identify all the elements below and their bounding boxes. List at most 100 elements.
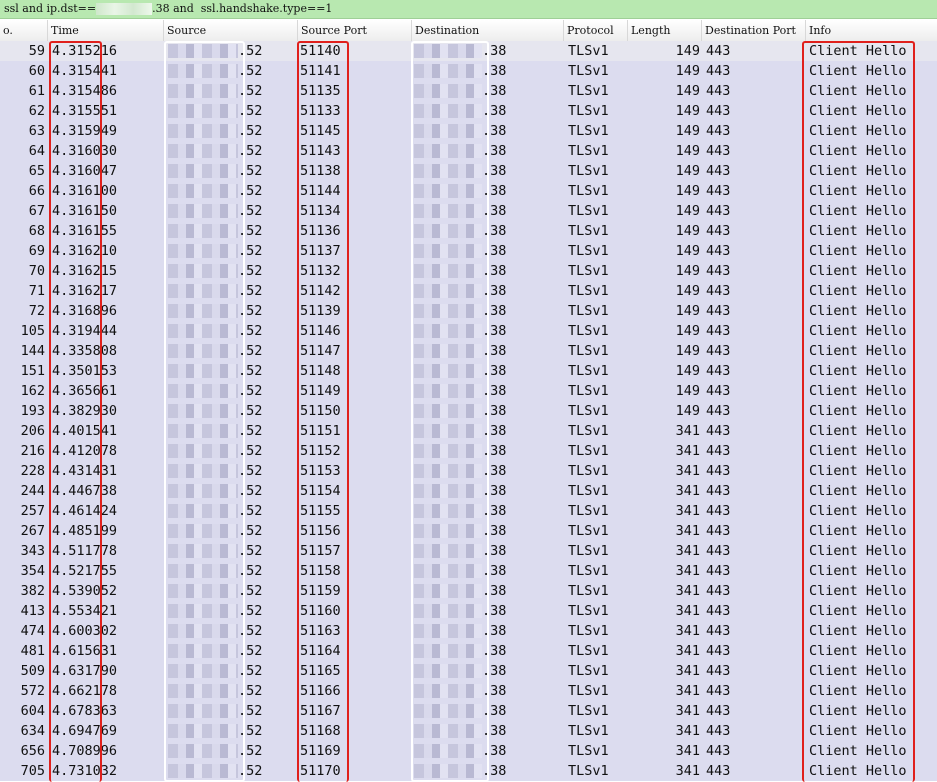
table-row[interactable]: 61 4.315486 .52 51135 .38 TLSv1 149 443 Client H… <box>0 81 937 101</box>
cell-time: 4.335808 <box>52 343 118 359</box>
cell-source-port: 51135 <box>300 83 341 99</box>
cell-destination: .38 <box>414 221 564 241</box>
redacted-address <box>168 244 238 258</box>
cell-time: 4.350153 <box>52 363 118 379</box>
table-row[interactable]: 65 4.316047 .52 51138 .38 TLSv1 149 443 Client H… <box>0 161 937 181</box>
cell-no: 64 <box>28 143 45 159</box>
table-row[interactable]: 474 4.600302 .52 51163 .38 TLSv1 341 443 Client … <box>0 621 937 641</box>
column-header-time[interactable]: Time <box>48 20 164 41</box>
column-header-no[interactable]: o. <box>0 20 48 41</box>
table-row[interactable]: 72 4.316896 .52 51139 .38 TLSv1 149 443 Client H… <box>0 301 937 321</box>
column-header-info[interactable]: Info <box>806 20 937 41</box>
table-row[interactable]: 70 4.316215 .52 51132 .38 TLSv1 149 443 Client H… <box>0 261 937 281</box>
table-row[interactable]: 228 4.431431 .52 51153 .38 TLSv1 341 443 Client … <box>0 461 937 481</box>
cell-destination-port: 443 <box>706 723 731 739</box>
table-row[interactable]: 62 4.315551 .52 51133 .38 TLSv1 149 443 Client H… <box>0 101 937 121</box>
cell-protocol: TLSv1 <box>568 523 609 539</box>
cell-no: 193 <box>20 403 45 419</box>
destination-suffix: .38 <box>482 443 507 459</box>
cell-destination-port: 443 <box>706 163 731 179</box>
table-row[interactable]: 162 4.365661 .52 51149 .38 TLSv1 149 443 Client … <box>0 381 937 401</box>
table-row[interactable]: 481 4.615631 .52 51164 .38 TLSv1 341 443 Client … <box>0 641 937 661</box>
cell-info: Client Hello <box>809 563 907 579</box>
table-row[interactable]: 604 4.678363 .52 51167 .38 TLSv1 341 443 Client … <box>0 701 937 721</box>
table-row[interactable]: 105 4.319444 .52 51146 .38 TLSv1 149 443 Client … <box>0 321 937 341</box>
table-row[interactable]: 267 4.485199 .52 51156 .38 TLSv1 341 443 Client … <box>0 521 937 541</box>
column-header-length[interactable]: Length <box>628 20 702 41</box>
cell-source: .52 <box>168 381 296 401</box>
table-row[interactable]: 206 4.401541 .52 51151 .38 TLSv1 341 443 Client … <box>0 421 937 441</box>
table-row[interactable]: 572 4.662178 .52 51166 .38 TLSv1 341 443 Client … <box>0 681 937 701</box>
source-suffix: .52 <box>238 63 263 79</box>
column-header-source-port[interactable]: Source Port <box>298 20 412 41</box>
cell-destination: .38 <box>414 541 564 561</box>
cell-source-port: 51169 <box>300 743 341 759</box>
cell-source-port: 51166 <box>300 683 341 699</box>
table-row[interactable]: 705 4.731032 .52 51170 .38 TLSv1 341 443 Client … <box>0 761 937 781</box>
table-row[interactable]: 382 4.539052 .52 51159 .38 TLSv1 341 443 Client … <box>0 581 937 601</box>
table-row[interactable]: 64 4.316030 .52 51143 .38 TLSv1 149 443 Client H… <box>0 141 937 161</box>
table-row[interactable]: 67 4.316150 .52 51134 .38 TLSv1 149 443 Client H… <box>0 201 937 221</box>
redacted-address <box>168 704 238 718</box>
table-row[interactable]: 66 4.316100 .52 51144 .38 TLSv1 149 443 Client H… <box>0 181 937 201</box>
table-row[interactable]: 144 4.335808 .52 51147 .38 TLSv1 149 443 Client … <box>0 341 937 361</box>
table-row[interactable]: 68 4.316155 .52 51136 .38 TLSv1 149 443 Client H… <box>0 221 937 241</box>
table-row[interactable]: 509 4.631790 .52 51165 .38 TLSv1 341 443 Client … <box>0 661 937 681</box>
destination-suffix: .38 <box>482 543 507 559</box>
cell-source-port: 51157 <box>300 543 341 559</box>
cell-length: 341 <box>675 663 700 679</box>
cell-no: 61 <box>28 83 45 99</box>
destination-suffix: .38 <box>482 223 507 239</box>
destination-suffix: .38 <box>482 503 507 519</box>
table-row[interactable]: 71 4.316217 .52 51142 .38 TLSv1 149 443 Client H… <box>0 281 937 301</box>
cell-length: 149 <box>675 163 700 179</box>
cell-no: 634 <box>20 723 45 739</box>
cell-source: .52 <box>168 641 296 661</box>
table-row[interactable]: 354 4.521755 .52 51158 .38 TLSv1 341 443 Client … <box>0 561 937 581</box>
table-row[interactable]: 656 4.708996 .52 51169 .38 TLSv1 341 443 Client … <box>0 741 937 761</box>
table-row[interactable]: 257 4.461424 .52 51155 .38 TLSv1 341 443 Client … <box>0 501 937 521</box>
cell-length: 149 <box>675 83 700 99</box>
table-row[interactable]: 63 4.315949 .52 51145 .38 TLSv1 149 443 Client H… <box>0 121 937 141</box>
cell-length: 341 <box>675 743 700 759</box>
cell-source-port: 51151 <box>300 423 341 439</box>
column-header-destination-port[interactable]: Destination Port <box>702 20 806 41</box>
table-row[interactable]: 413 4.553421 .52 51160 .38 TLSv1 341 443 Client … <box>0 601 937 621</box>
cell-no: 105 <box>20 323 45 339</box>
source-suffix: .52 <box>238 743 263 759</box>
column-header-destination[interactable]: Destination <box>412 20 564 41</box>
table-row[interactable]: 343 4.511778 .52 51157 .38 TLSv1 341 443 Client … <box>0 541 937 561</box>
cell-destination-port: 443 <box>706 83 731 99</box>
redacted-address <box>168 584 238 598</box>
table-row[interactable]: 216 4.412078 .52 51152 .38 TLSv1 341 443 Client … <box>0 441 937 461</box>
display-filter-bar[interactable]: ssl and ip.dst== .38 and ssl.handshake.ty… <box>0 0 937 19</box>
redacted-address <box>414 284 482 298</box>
cell-info: Client Hello <box>809 103 907 119</box>
table-row[interactable]: 60 4.315441 .52 51141 .38 TLSv1 149 443 Client H… <box>0 61 937 81</box>
cell-time: 4.511778 <box>52 543 118 559</box>
cell-source: .52 <box>168 461 296 481</box>
redacted-address <box>414 44 482 58</box>
destination-suffix: .38 <box>482 603 507 619</box>
cell-protocol: TLSv1 <box>568 263 609 279</box>
column-header-protocol[interactable]: Protocol <box>564 20 628 41</box>
cell-no: 72 <box>28 303 45 319</box>
cell-destination: .38 <box>414 661 564 681</box>
cell-destination-port: 443 <box>706 523 731 539</box>
table-row[interactable]: 69 4.316210 .52 51137 .38 TLSv1 149 443 Client H… <box>0 241 937 261</box>
column-header-source[interactable]: Source <box>164 20 298 41</box>
table-row[interactable]: 151 4.350153 .52 51148 .38 TLSv1 149 443 Client … <box>0 361 937 381</box>
table-row[interactable]: 59 4.315216 .52 51140 .38 TLSv1 149 443 Client H… <box>0 41 937 61</box>
cell-protocol: TLSv1 <box>568 463 609 479</box>
cell-info: Client Hello <box>809 623 907 639</box>
cell-destination-port: 443 <box>706 343 731 359</box>
redacted-address <box>168 524 238 538</box>
cell-destination: .38 <box>414 281 564 301</box>
cell-destination-port: 443 <box>706 663 731 679</box>
table-row[interactable]: 193 4.382930 .52 51150 .38 TLSv1 149 443 Client … <box>0 401 937 421</box>
table-row[interactable]: 244 4.446738 .52 51154 .38 TLSv1 341 443 Client … <box>0 481 937 501</box>
cell-destination: .38 <box>414 61 564 81</box>
cell-protocol: TLSv1 <box>568 603 609 619</box>
redacted-address <box>168 444 238 458</box>
table-row[interactable]: 634 4.694769 .52 51168 .38 TLSv1 341 443 Client … <box>0 721 937 741</box>
